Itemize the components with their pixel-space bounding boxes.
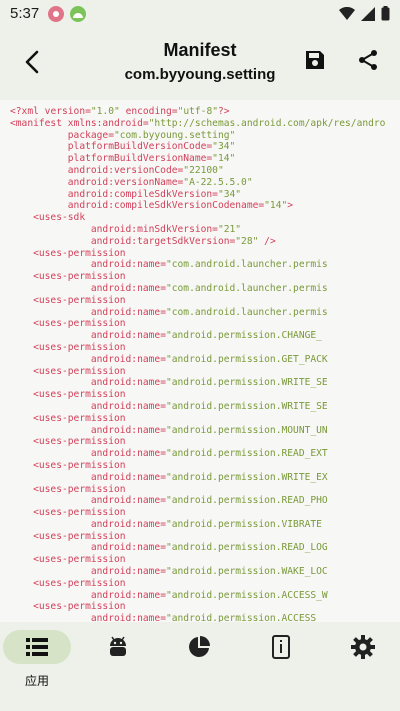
code-line: <uses-permission [33,412,126,424]
nav-label-apps: 应用 [24,674,49,688]
notification-android-icon [70,6,86,22]
code-line: <manifest xmlns:android="http://schemas.… [10,117,386,129]
code-line: android:name="android.permission.READ_PH… [90,495,328,507]
manifest-code-view[interactable]: <?xml version="1.0" encoding="utf-8"?> <… [0,100,400,622]
code-line: package="com.byyoung.setting" [67,129,236,141]
code-line: android:name="android.permission.CHANGE_ [90,330,322,342]
code-line: android:name="android.permission.MOUNT_U… [90,424,328,436]
code-line: android:targetSdkVersion="28" /> [90,235,276,247]
code-line: android:versionName="A-22.5.5.0" [67,176,253,188]
code-line: android:name="android.permission.READ_EX… [90,448,328,460]
code-line: <uses-permission [33,530,126,542]
notification-app-icon [48,6,64,22]
code-line: android:name="android.permission.VIBRATE [90,518,322,530]
status-time: 5:37 [10,5,40,22]
code-line: android:name="android.permission.ACCESS_… [90,589,328,601]
code-line: <uses-permission [33,554,126,566]
code-line: android:name="android.permission.WAKE_LO… [90,566,328,578]
toolbar: Manifest com.byyoung.setting [0,28,400,98]
code-line: android:name="android.permission.WRITE_S… [90,400,328,412]
settings-gear-icon [351,635,375,659]
package-name: com.byyoung.setting [124,66,276,83]
code-line: android:compileSdkVersionCodename="14"> [67,200,294,212]
status-bar: 5:37 [0,0,400,28]
list-icon [26,638,48,656]
code-line: <uses-permission [33,294,126,306]
nav-item-settings[interactable] [328,630,398,690]
nav-item-stats[interactable] [164,630,234,690]
code-line: <uses-permission [33,577,126,589]
code-line: android:name="android.permission.WRITE_S… [90,377,328,389]
code-line: android:name="android.permission.GET_PAC… [90,353,328,365]
code-line: <uses-sdk [33,212,86,224]
manifest-code: <?xml version="1.0" encoding="utf-8"?> <… [0,100,400,622]
wifi-icon [339,6,355,20]
code-line: android:versionCode="22100" [67,164,224,176]
code-line: <?xml version="1.0" encoding="utf-8"?> [10,106,230,117]
code-line: <uses-permission [33,507,126,519]
page-title: Manifest [163,40,237,60]
bottom-navigation: 应用 [0,622,400,711]
code-line: android:name="com.android.launcher.permi… [90,259,328,271]
share-icon [359,50,377,70]
android-icon [110,636,126,656]
nav-item-apps[interactable]: 应用 [2,630,72,690]
code-line: android:compileSdkVersion="34" [67,188,242,200]
code-line: android:name="android.permission.READ_LO… [90,542,328,554]
code-line: platformBuildVersionName="14" [67,153,236,165]
nav-item-device[interactable] [246,630,316,690]
save-button[interactable] [303,48,329,74]
share-button[interactable] [356,48,382,74]
code-line: <uses-permission [33,247,126,259]
device-info-icon [272,635,290,659]
pie-chart-icon [189,636,210,657]
code-line: android:name="android.permission.ACCESS_ [90,613,322,622]
code-line: <uses-permission [33,601,126,613]
code-line: <uses-permission [33,483,126,495]
battery-icon [381,6,390,21]
code-line: <uses-permission [33,436,126,448]
save-icon [306,51,324,69]
code-line: <uses-permission [33,365,126,377]
code-line: <uses-permission [33,318,126,330]
code-line: android:name="android.permission.WRITE_E… [90,471,328,483]
code-line: <uses-permission [33,271,126,283]
nav-item-android[interactable] [83,630,153,690]
code-line: android:minSdkVersion="21" [90,223,242,235]
signal-icon [361,6,375,21]
code-line: <uses-permission [33,341,126,353]
code-line: <uses-permission [33,389,126,401]
code-line: platformBuildVersionCode="34" [67,141,236,153]
nav-active-indicator [3,630,71,664]
code-line: android:name="com.android.launcher.permi… [90,306,328,318]
code-line: <uses-permission [33,459,126,471]
code-line: android:name="com.android.launcher.permi… [90,282,328,294]
